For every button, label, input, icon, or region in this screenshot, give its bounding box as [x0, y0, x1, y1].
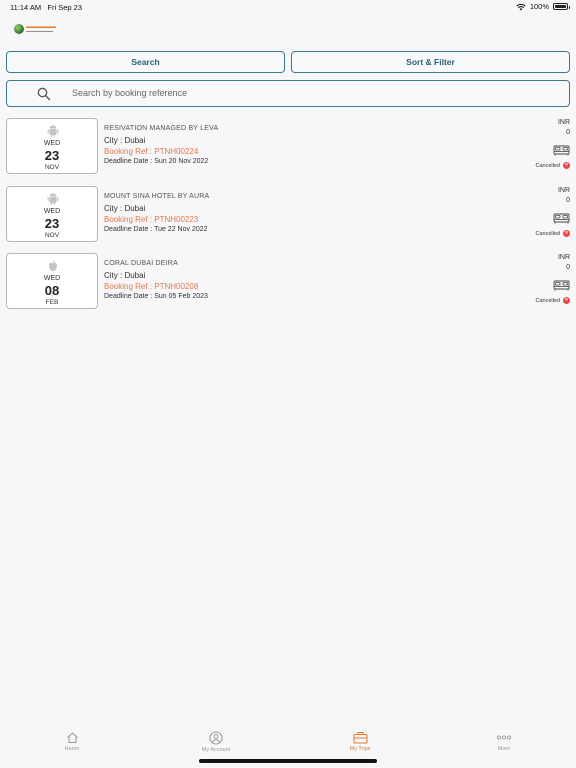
status-date: Fri Sep 23	[47, 3, 83, 12]
status-text: Cancelled	[535, 162, 560, 169]
tab-more[interactable]: More	[464, 731, 544, 752]
status-badge: Cancelled ✕	[536, 297, 570, 304]
search-placeholder[interactable]: Search by booking reference	[72, 88, 187, 98]
status-text: Cancelled	[535, 297, 560, 304]
trip-city: City : Dubai	[104, 136, 146, 145]
trip-weekday: WED	[43, 140, 61, 147]
trip-currency: INR	[557, 254, 570, 261]
status-bar: 11:14 AM Fri Sep 23 100%	[0, 0, 576, 14]
trip-day: 23	[44, 148, 60, 163]
trip-date-box: WED 23 NOV	[6, 186, 98, 242]
trip-month: FEB	[45, 299, 59, 306]
trip-weekday: WED	[43, 275, 61, 282]
status-right: 100%	[516, 2, 570, 11]
status-time-date: 11:14 AM Fri Sep 23	[10, 3, 82, 12]
trip-city: City : Dubai	[104, 271, 146, 280]
briefcase-icon	[353, 732, 367, 744]
trip-amount: 0	[566, 129, 570, 136]
trip-card[interactable]: WED 08 FEB CORAL DUBAI DEIRA City : Dubai Boo…	[0, 253, 576, 311]
battery-icon	[553, 3, 570, 10]
bed-icon	[553, 145, 570, 156]
search-button[interactable]: Search	[6, 51, 285, 73]
more-icon	[496, 735, 512, 740]
status-badge: Cancelled ✕	[536, 230, 570, 237]
trip-amount: 0	[566, 197, 570, 204]
wifi-icon	[516, 3, 526, 10]
trip-date-box: WED 23 NOV	[6, 118, 98, 174]
trip-date-box: WED 08 FEB	[6, 253, 98, 309]
cancelled-icon: ✕	[563, 162, 570, 169]
tab-my-trips[interactable]: My Trips	[320, 731, 400, 752]
tab-home-label: Home	[64, 746, 80, 752]
trip-card[interactable]: WED 23 NOV RESIVATION MANAGED BY LEVA City :…	[0, 118, 576, 176]
sort-filter-button[interactable]: Sort & Filter	[291, 51, 570, 73]
tab-my-account-label: My Account	[201, 747, 231, 753]
battery-fill	[555, 5, 566, 8]
tab-more-label: More	[497, 746, 511, 752]
trip-city: City : Dubai	[104, 204, 146, 213]
hotel-name: MOUNT SINA HOTEL BY AURA	[104, 193, 210, 200]
tab-home[interactable]: Home	[32, 731, 112, 752]
app-logo: ▬▬▬▬▬▬ ▬▬▬▬▬▬▬▬▬	[14, 24, 56, 34]
android-icon	[47, 125, 59, 137]
trip-card[interactable]: WED 23 NOV MOUNT SINA HOTEL BY AURA City : D…	[0, 186, 576, 244]
battery-percent: 100%	[529, 2, 549, 11]
apple-icon	[49, 260, 57, 272]
trip-day: 08	[44, 283, 60, 298]
tab-my-trips-label: My Trips	[349, 746, 371, 752]
booking-search-field[interactable]: Search by booking reference	[6, 80, 570, 107]
deadline-date: Deadline Date : Tue 22 Nov 2022	[104, 226, 208, 233]
status-text: Cancelled	[535, 230, 560, 237]
trip-month: NOV	[44, 232, 60, 239]
bed-icon	[553, 280, 570, 291]
tab-my-account[interactable]: My Account	[176, 731, 256, 753]
trip-day: 23	[44, 216, 60, 231]
hotel-name: CORAL DUBAI DEIRA	[104, 260, 178, 267]
cancelled-icon: ✕	[563, 230, 570, 237]
logo-globe-icon	[14, 24, 24, 34]
status-time: 11:14 AM	[10, 3, 42, 12]
deadline-date: Deadline Date : Sun 20 Nov 2022	[104, 158, 209, 165]
trip-weekday: WED	[43, 208, 61, 215]
hotel-name: RESIVATION MANAGED BY LEVA	[104, 125, 219, 132]
status-badge: Cancelled ✕	[536, 162, 570, 169]
booking-ref: Booking Ref : PTNH00223	[104, 215, 199, 224]
search-icon	[37, 87, 51, 101]
logo-wordmark: ▬▬▬▬▬▬ ▬▬▬▬▬▬▬▬▬	[26, 24, 56, 33]
bed-icon	[553, 213, 570, 224]
home-icon	[66, 732, 78, 743]
account-icon	[209, 731, 223, 745]
booking-ref: Booking Ref : PTNH00224	[104, 147, 199, 156]
home-indicator	[199, 759, 377, 763]
trip-currency: INR	[557, 119, 570, 126]
trip-month: NOV	[44, 164, 60, 171]
trip-amount: 0	[566, 264, 570, 271]
trip-currency: INR	[557, 187, 570, 194]
booking-ref: Booking Ref : PTNH00208	[104, 282, 199, 291]
deadline-date: Deadline Date : Sun 05 Feb 2023	[104, 293, 208, 300]
android-icon	[47, 193, 59, 205]
cancelled-icon: ✕	[563, 297, 570, 304]
